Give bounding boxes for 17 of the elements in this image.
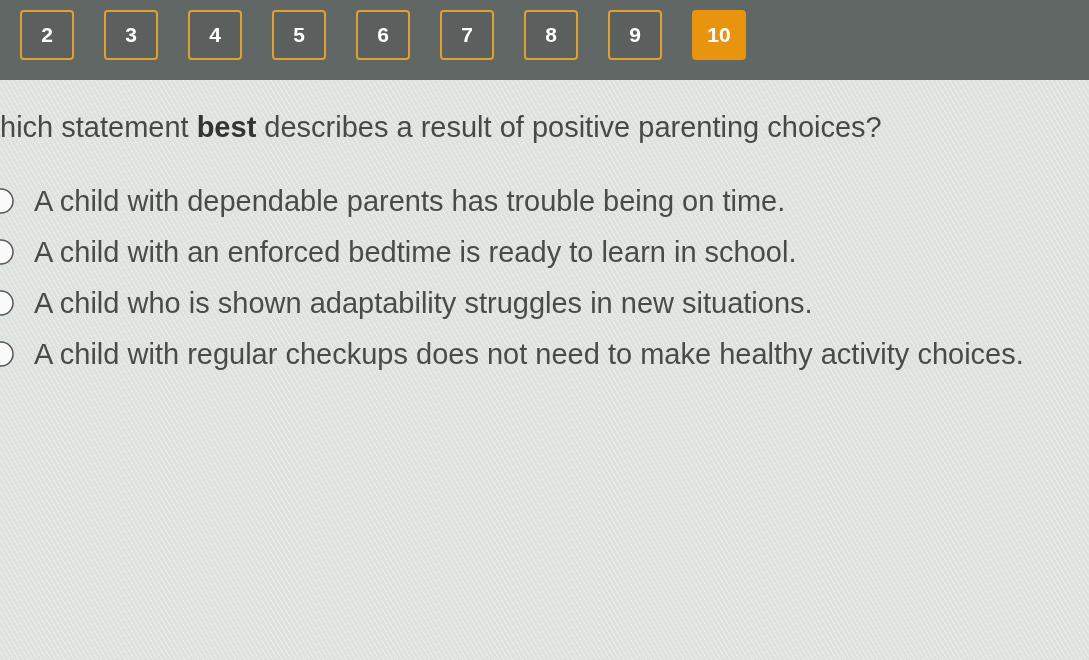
radio-button[interactable] (0, 340, 14, 368)
radio-button[interactable] (0, 238, 14, 266)
answer-option-text: A child who is shown adaptability struggles in new situations. (34, 286, 813, 320)
question-number-button[interactable]: 8 (524, 10, 578, 60)
answer-option-text: A child with dependable parents has trouble being on time. (34, 184, 786, 218)
question-number-button[interactable]: 6 (356, 10, 410, 60)
radio-button[interactable] (0, 187, 14, 215)
question-text: hich statement best describes a result of positive parenting choices? (0, 110, 883, 144)
question-number-button[interactable]: 4 (188, 10, 242, 60)
question-number-button[interactable]: 7 (440, 10, 494, 60)
question-number-button[interactable]: 2 (20, 10, 74, 60)
answer-option-text: A child with regular checkups does not need to make healthy activity choices. (34, 337, 1024, 371)
radio-button[interactable] (0, 289, 14, 317)
question-number-button[interactable]: 9 (608, 10, 662, 60)
question-number-button[interactable]: 5 (272, 10, 326, 60)
answer-option-text: A child with an enforced bedtime is ready to learn in school. (34, 235, 797, 269)
question-number-button[interactable]: 3 (104, 10, 158, 60)
